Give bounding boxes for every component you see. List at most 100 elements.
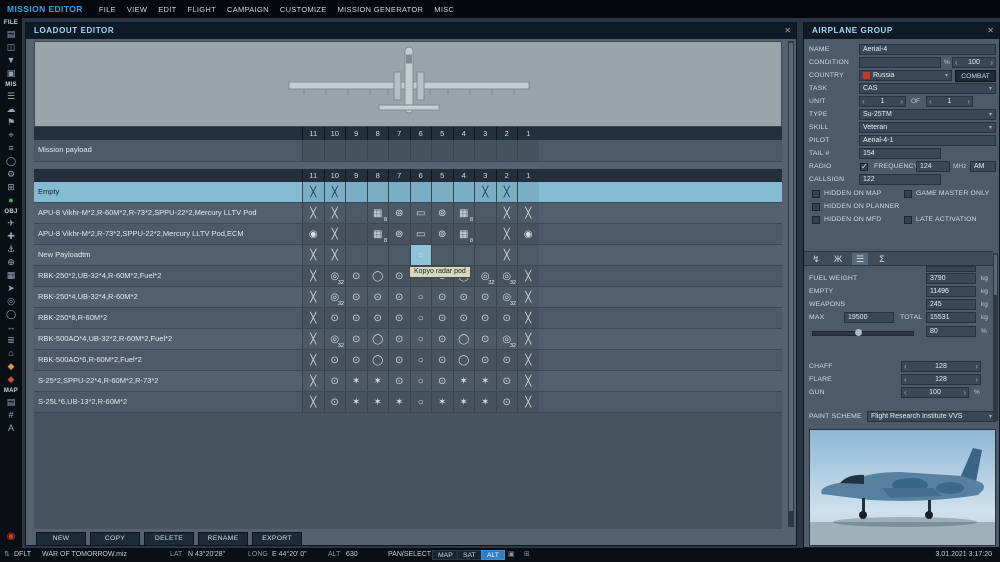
callsign-field[interactable]: 122 (859, 174, 941, 185)
late-activation-checkbox[interactable] (904, 216, 912, 224)
fuel-weight-field[interactable]: 3790 (926, 273, 976, 284)
mission-payload-row[interactable]: Mission payload (34, 140, 782, 162)
pylon-station[interactable]: ▦ 8 (366, 224, 388, 244)
new-mission-icon[interactable]: ▤ (0, 28, 22, 41)
pylon-station[interactable]: ○ (409, 308, 431, 328)
flare-stepper[interactable]: ‹ 128 › (901, 374, 981, 385)
loadout-row[interactable]: RBK-500AO*6,R-60M*2,Fuel*2 ╳ ⊙ ⊙ ◯ ⊙ ○ ⊙ ◯ ⊙ ⊙ ╳ (34, 350, 782, 371)
condition-stepper[interactable]: ‹ 100 › (952, 57, 996, 68)
payload-cell[interactable] (366, 140, 388, 161)
payload-cell[interactable] (474, 140, 496, 161)
pylon-station[interactable]: ╳ (323, 224, 345, 244)
pylon-station[interactable] (345, 203, 367, 223)
pylon-station[interactable]: ╳ (302, 329, 324, 349)
pylon-station[interactable]: ⊙ (366, 287, 388, 307)
pylon-station[interactable]: ╳ (302, 182, 324, 202)
pylon-station[interactable]: ╳ (302, 203, 324, 223)
goals-icon[interactable]: ⌖ (0, 129, 22, 142)
pylon-station[interactable]: ⊙ (323, 392, 345, 412)
pylon-station[interactable]: ╳ (517, 371, 539, 391)
alt-layer-button[interactable]: ALT (481, 550, 505, 560)
pylon-station[interactable]: ⊚ (388, 203, 410, 223)
pylon-station[interactable]: ⊚ (431, 224, 453, 244)
loadout-row[interactable]: S-25L*6,UB-13*2,R-60M*2 ╳ ⊙ ✶ ✶ ✶ ○ ✶ ✶ ✶ ⊙ ╳ (34, 392, 782, 413)
record-icon[interactable]: ◉ (0, 531, 22, 542)
pylon-station[interactable]: ⊙ (431, 329, 453, 349)
loadout-row[interactable]: RBK-250*8,R-60M*2 ╳ ⊙ ⊙ ⊙ ⊙ ○ ⊙ ⊙ ⊙ ⊙ ╳ (34, 308, 782, 329)
loadout-delete-button[interactable]: DELETE (144, 532, 194, 546)
pylon-station[interactable]: ✶ (366, 371, 388, 391)
pylon-station[interactable] (366, 182, 388, 202)
pylon-station[interactable]: ✶ (431, 392, 453, 412)
pylon-station[interactable]: ○ (409, 392, 431, 412)
ship-icon[interactable]: ⚓ (0, 243, 22, 256)
group-scrollbar[interactable] (993, 253, 998, 421)
loadout-rename-button[interactable]: RENAME (198, 532, 248, 546)
name-field[interactable]: Aerial-4 (859, 44, 996, 55)
pylon-station[interactable]: ╳ (517, 287, 539, 307)
pylon-station[interactable]: ╳ (517, 203, 539, 223)
recent-files-icon[interactable]: ▣ (0, 67, 22, 80)
pylon-station[interactable]: ⊙ (345, 287, 367, 307)
payload-cell[interactable] (517, 140, 539, 161)
pylon-station[interactable]: ○ (409, 245, 431, 265)
pylon-station[interactable]: ⊙ (474, 308, 496, 328)
pylon-station[interactable] (474, 224, 496, 244)
pylon-station[interactable] (366, 245, 388, 265)
grid-icon[interactable]: # (0, 409, 22, 422)
radio-checkbox[interactable] (860, 162, 868, 171)
payload-cell[interactable] (302, 140, 324, 161)
pylon-station[interactable]: ╳ (517, 329, 539, 349)
weapons-weight-field[interactable]: 245 (926, 299, 976, 310)
pylon-station[interactable]: ▦ 8 (366, 203, 388, 223)
loadout-row[interactable]: RBK-250*4,UB-32*4,R-60M*2 ╳ ◎ 32 ⊙ ⊙ ⊙ ○ ⊙ ⊙ ⊙ ◎ 32 ╳ (34, 287, 782, 308)
pylon-station[interactable]: ▭ (409, 203, 431, 223)
alert-icon[interactable]: ◆ (0, 373, 22, 386)
loadout-row[interactable]: APU-8 Vikhr-M*2,R-60M*2,R-73*2,SPPU-22*2… (34, 203, 782, 224)
pylon-station[interactable]: ◉ (302, 224, 324, 244)
tail-number-field[interactable]: 154 (859, 148, 941, 159)
pylon-station[interactable]: ⊙ (431, 308, 453, 328)
loadout-copy-button[interactable]: COPY (90, 532, 140, 546)
generator-icon[interactable]: ⚙ (0, 168, 22, 181)
pylon-station[interactable]: ⊙ (495, 371, 517, 391)
route-tab-icon[interactable]: ↯ (808, 253, 824, 265)
save-mission-icon[interactable]: ▼ (0, 54, 22, 67)
unit-stepper[interactable]: ‹ 1 › (859, 96, 906, 107)
payload-cell[interactable] (495, 140, 517, 161)
pylon-station[interactable]: ◯ (366, 350, 388, 370)
pylon-station[interactable]: ⊙ (323, 350, 345, 370)
mission-options-icon[interactable]: ☰ (0, 90, 22, 103)
pylon-station[interactable] (345, 224, 367, 244)
payload-cell[interactable] (323, 140, 345, 161)
spinner-right-icon[interactable]: › (963, 388, 966, 397)
pylon-station[interactable]: ◯ (452, 329, 474, 349)
pylon-station[interactable]: ⊙ (474, 350, 496, 370)
helicopter-icon[interactable]: ✚ (0, 230, 22, 243)
pylon-station[interactable] (517, 245, 539, 265)
combat-button[interactable]: COMBAT (955, 70, 996, 82)
zone-icon[interactable]: ◯ (0, 308, 22, 321)
pylon-station[interactable]: ⊙ (345, 329, 367, 349)
pylon-station[interactable]: ╳ (302, 350, 324, 370)
templates-icon[interactable]: ⊞ (0, 181, 22, 194)
open-mission-icon[interactable]: ◫ (0, 41, 22, 54)
weather-icon[interactable]: ☁ (0, 103, 22, 116)
menu-item-edit[interactable]: EDIT (158, 5, 176, 14)
pylon-station[interactable]: ◯ (452, 350, 474, 370)
airplane-icon[interactable]: ✈ (0, 217, 22, 230)
pylon-station[interactable]: ◯ (366, 266, 388, 286)
pylon-station[interactable] (388, 245, 410, 265)
hidden-on-planner-checkbox[interactable] (812, 203, 820, 211)
pylon-station[interactable]: ◯ (366, 329, 388, 349)
pylon-station[interactable]: ╳ (517, 266, 539, 286)
sequence-icon[interactable]: ≣ (0, 334, 22, 347)
pylon-station[interactable]: ╳ (495, 224, 517, 244)
pylon-station[interactable]: ╳ (495, 203, 517, 223)
sat-layer-button[interactable]: SAT (457, 550, 482, 560)
modulation-dropdown[interactable]: AM (970, 161, 996, 172)
loadout-row[interactable]: RBK-250*2,UB-32*4,R-60M*2,Fuel*2╳◎32⊙◯⊙○… (34, 266, 782, 287)
pylon-station[interactable]: ╳ (323, 203, 345, 223)
paint-scheme-dropdown[interactable]: Flight Research Institute VVS ▾ (867, 411, 996, 422)
pylon-station[interactable]: ✶ (452, 371, 474, 391)
